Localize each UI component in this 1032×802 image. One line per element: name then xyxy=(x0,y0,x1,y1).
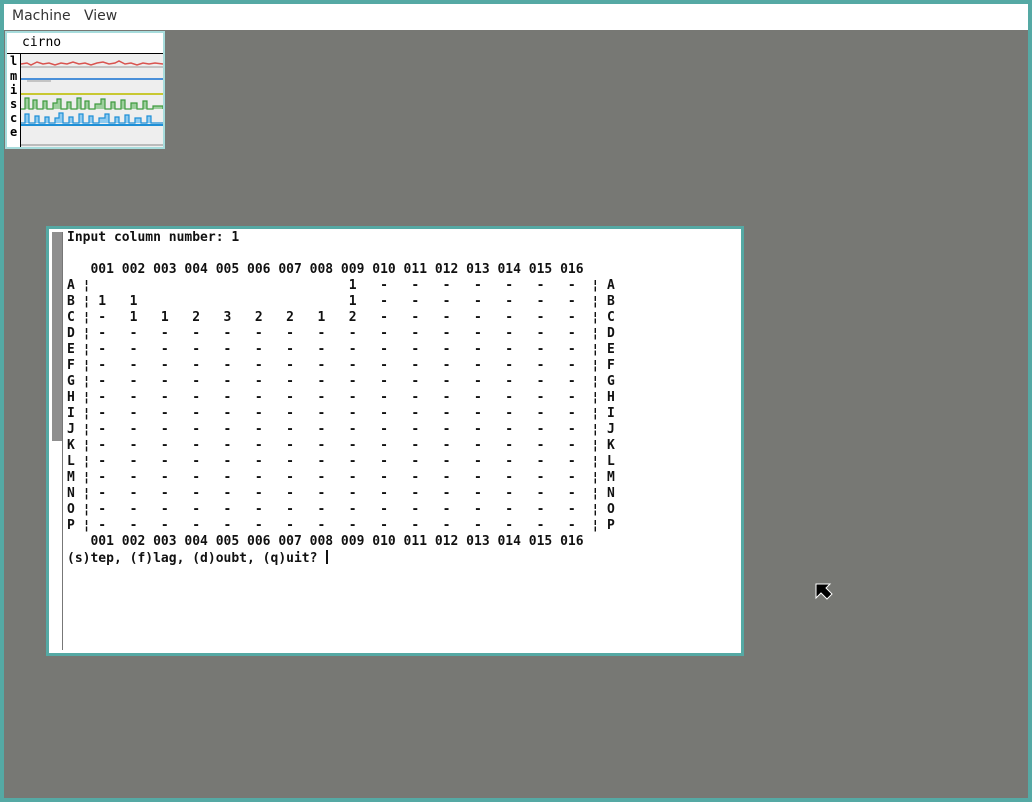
grid-row-b: B ¦ 1 1 1 - - - - - - - ¦ B xyxy=(67,294,615,309)
grid-row-o: O ¦ - - - - - - - - - - - - - - - - ¦ O xyxy=(67,502,615,517)
terminal-output: Input column number: 1 001 002 003 004 0… xyxy=(67,230,615,566)
stats-row-label: e xyxy=(10,125,18,139)
stats-hostname: cirno xyxy=(22,35,62,50)
grid-row-m: M ¦ - - - - - - - - - - - - - - - - ¦ M xyxy=(67,470,615,485)
stats-graphs xyxy=(21,60,163,146)
grid-row-f: F ¦ - - - - - - - - - - - - - - - - ¦ F xyxy=(67,358,615,373)
syscall-graph xyxy=(21,97,163,110)
column-header-bottom: 001 002 003 004 005 006 007 008 009 010 … xyxy=(67,534,584,549)
scrollbar-thumb[interactable] xyxy=(52,232,62,441)
grid-row-l: L ¦ - - - - - - - - - - - - - - - - ¦ L xyxy=(67,454,615,469)
stats-row-label: l xyxy=(10,54,18,68)
text-cursor xyxy=(326,550,329,564)
menu-machine[interactable]: Machine xyxy=(12,8,71,24)
grid-row-c: C ¦ - 1 1 2 3 2 2 1 2 - - - - - - - ¦ C xyxy=(67,310,615,325)
terminal-scrollbar[interactable] xyxy=(52,232,63,650)
grid-row-e: E ¦ - - - - - - - - - - - - - - - - ¦ E xyxy=(67,342,615,357)
grid-row-p: P ¦ - - - - - - - - - - - - - - - - ¦ P xyxy=(67,518,615,533)
grid-row-n: N ¦ - - - - - - - - - - - - - - - - ¦ N xyxy=(67,486,615,501)
stats-host-title: cirno xyxy=(7,33,163,54)
grid-row-j: J ¦ - - - - - - - - - - - - - - - - ¦ J xyxy=(67,422,615,437)
column-header-top: 001 002 003 004 005 006 007 008 009 010 … xyxy=(67,262,584,277)
menu-bar: Machine View xyxy=(4,4,1028,30)
grid-row-h: H ¦ - - - - - - - - - - - - - - - - ¦ H xyxy=(67,390,615,405)
arrow-cursor-icon xyxy=(815,583,833,600)
terminal-line: Input column number: 1 xyxy=(67,230,240,245)
terminal-window[interactable]: Input column number: 1 001 002 003 004 0… xyxy=(46,226,744,656)
load-graph xyxy=(21,60,163,66)
menu-view[interactable]: View xyxy=(84,8,117,24)
grid-row-k: K ¦ - - - - - - - - - - - - - - - - ¦ K xyxy=(67,438,615,453)
stats-window[interactable]: cirno l m i s c e xyxy=(5,31,165,149)
stats-row-label: s xyxy=(10,97,18,111)
grid-row-d: D ¦ - - - - - - - - - - - - - - - - ¦ D xyxy=(67,326,615,341)
command-prompt: (s)tep, (f)lag, (d)oubt, (q)uit? xyxy=(67,551,326,566)
stats-row-label: i xyxy=(10,83,18,97)
stats-row-label: c xyxy=(10,111,18,125)
grid-row-g: G ¦ - - - - - - - - - - - - - - - - ¦ G xyxy=(67,374,615,389)
grid-row-a: A ¦ 1 - - - - - - - ¦ A xyxy=(67,278,615,293)
stats-row-label: m xyxy=(10,69,18,83)
cpu-graph xyxy=(21,112,163,124)
grid-row-i: I ¦ - - - - - - - - - - - - - - - - ¦ I xyxy=(67,406,615,421)
prompt-line[interactable]: (s)tep, (f)lag, (d)oubt, (q)uit? xyxy=(67,550,615,566)
stats-row-labels: l m i s c e xyxy=(7,54,21,147)
